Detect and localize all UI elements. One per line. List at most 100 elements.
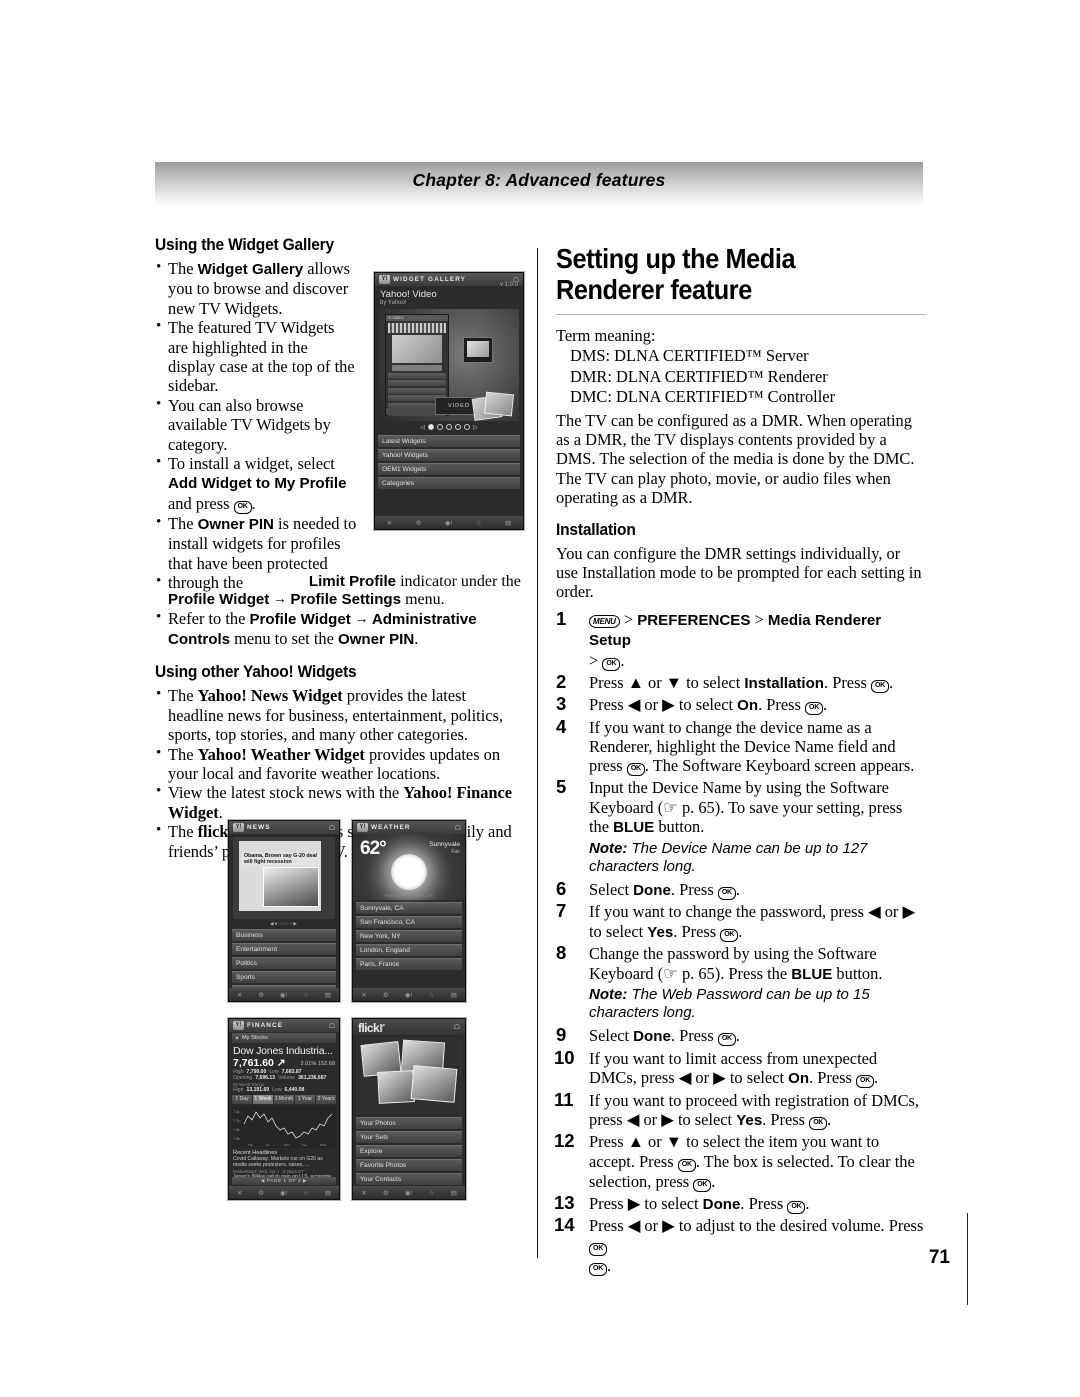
prev-arrow-icon[interactable]: ◁ xyxy=(420,424,425,431)
heading-installation: Installation xyxy=(556,520,636,539)
yahoo-icon[interactable]: ◉! xyxy=(280,1189,287,1197)
finance-tab[interactable]: My Stocks xyxy=(232,1033,336,1043)
finance-page-indicator[interactable]: ◀ PAGE 1 OF 3 ▶ xyxy=(232,1177,336,1185)
list-item[interactable]: Yahoo! Widgets xyxy=(378,448,520,462)
step-tail: . Press xyxy=(740,1193,788,1213)
step-end: . xyxy=(888,672,894,692)
tv-icon[interactable]: ▤ xyxy=(451,1189,457,1197)
pager-dot[interactable] xyxy=(455,424,461,430)
range-option[interactable]: 1 Month xyxy=(274,1095,294,1104)
note-label: Note: xyxy=(589,839,628,857)
step-end: . xyxy=(738,921,743,941)
bullet-text-tail: . xyxy=(414,628,419,648)
gear-icon[interactable]: ⚙ xyxy=(383,991,389,999)
step-7: 7 If you want to change the password, pr… xyxy=(556,901,926,942)
price-value: 7,761.60 xyxy=(233,1057,274,1069)
list-item[interactable]: Explore xyxy=(356,1144,462,1158)
tv-icon[interactable]: ▤ xyxy=(325,1189,331,1197)
gallery-item-title: Yahoo! Video xyxy=(380,289,437,300)
list-item[interactable]: Paris, France xyxy=(356,957,462,971)
star-icon[interactable]: ☆ xyxy=(303,991,309,999)
preferences-label: PREFERENCES xyxy=(637,611,751,629)
star-icon[interactable]: ☆ xyxy=(303,1189,309,1197)
step-14: 14 Press ◀ or ▶ to adjust to the desired… xyxy=(554,1214,924,1276)
index-name: Dow Jones Industria... xyxy=(233,1045,333,1057)
list-item[interactable]: Categories xyxy=(378,476,520,490)
range-option[interactable]: 1 Day xyxy=(232,1095,252,1104)
finance-footer-toolbar[interactable]: ✕ ⚙ ◉! ☆ ▤ xyxy=(229,1186,339,1199)
gear-icon[interactable]: ⚙ xyxy=(258,991,264,999)
step-text: Press ▲ or ▼ to select xyxy=(589,672,745,692)
yahoo-icon[interactable]: ◉! xyxy=(280,991,287,999)
recent-headlines-label: Recent Headlines xyxy=(233,1150,278,1156)
pager-dot[interactable] xyxy=(437,424,443,430)
list-item[interactable]: Your Contacts xyxy=(356,1172,462,1186)
gear-icon[interactable]: ⚙ xyxy=(416,519,422,527)
list-item[interactable]: London, England xyxy=(356,943,462,957)
home-icon: ☖ xyxy=(328,1022,335,1030)
close-icon[interactable]: ✕ xyxy=(361,1189,366,1197)
list-item[interactable]: New York, NY xyxy=(356,929,462,943)
gear-icon[interactable]: ⚙ xyxy=(383,1189,389,1197)
next-arrow-icon[interactable]: ▷ xyxy=(473,424,478,431)
step-end: . xyxy=(735,879,740,899)
close-icon[interactable]: ✕ xyxy=(237,991,242,999)
list-item[interactable]: Favorite Photos xyxy=(356,1158,462,1172)
step-tail: . Press xyxy=(670,879,718,899)
tv-icon[interactable]: ▤ xyxy=(325,991,331,999)
arrow-icon: → xyxy=(350,611,372,627)
list-item[interactable]: OEM1 Widgets xyxy=(378,462,520,476)
tv-icon[interactable]: ▤ xyxy=(451,991,457,999)
menu-button-icon: MENU xyxy=(589,614,620,628)
yahoo-logo-icon: Y! xyxy=(357,823,368,832)
note-web-password: Note: The Web Password can be up to 15 c… xyxy=(589,986,926,1022)
list-item[interactable]: Sunnyvale, CA xyxy=(356,901,462,915)
preview-thumbnail xyxy=(463,337,493,363)
step-3: 3 Press ◀ or ▶ to select On. Press OK. xyxy=(556,694,926,716)
list-item[interactable]: Sports xyxy=(232,970,336,984)
gallery-pager[interactable]: ◁ ▷ xyxy=(375,421,523,433)
step-bold: Installation xyxy=(744,674,825,692)
gear-icon[interactable]: ⚙ xyxy=(258,1189,264,1197)
list-item[interactable]: Politics xyxy=(232,956,336,970)
pager-dot[interactable] xyxy=(464,424,470,430)
yahoo-icon[interactable]: ◉! xyxy=(405,991,412,999)
gallery-footer-toolbar[interactable]: ✕ ⚙ ◉! ☆ ▤ xyxy=(375,516,523,529)
flickr-footer-toolbar[interactable]: ✕ ⚙ ◉! ☆ ▤ xyxy=(353,1186,465,1199)
close-icon[interactable]: ✕ xyxy=(387,519,392,527)
step-bold: Done xyxy=(702,1195,741,1213)
tv-icon[interactable]: ▤ xyxy=(505,519,511,527)
star-icon[interactable]: ☆ xyxy=(429,991,435,999)
news-footer-toolbar[interactable]: ✕ ⚙ ◉! ☆ ▤ xyxy=(229,988,339,1001)
yahoo-icon[interactable]: ◉! xyxy=(445,519,452,527)
news-pager[interactable]: ◀●○○○○▶ xyxy=(229,921,339,927)
star-icon[interactable]: ☆ xyxy=(429,1189,435,1197)
range-selector[interactable]: 1 Day 1 Week 1 Month 1 Year 2 Years xyxy=(232,1095,336,1104)
range-option[interactable]: 1 Year xyxy=(295,1095,315,1104)
list-item[interactable]: Your Photos xyxy=(356,1116,462,1130)
close-icon[interactable]: ✕ xyxy=(361,991,366,999)
ok-button-icon: OK xyxy=(720,928,739,942)
yahoo-icon[interactable]: ◉! xyxy=(405,1189,412,1197)
list-item[interactable]: Business xyxy=(232,928,336,942)
list-item[interactable]: Latest Widgets xyxy=(378,434,520,448)
range-option[interactable]: 2 Years xyxy=(316,1095,336,1104)
close-icon[interactable]: ✕ xyxy=(237,1189,242,1197)
pager-dot[interactable] xyxy=(446,424,452,430)
list-item[interactable]: Your Sets xyxy=(356,1130,462,1144)
list-item[interactable]: San Francisco, CA xyxy=(356,915,462,929)
pager-dot[interactable] xyxy=(428,424,434,430)
volume-label: Volume xyxy=(278,1075,296,1081)
step-bold: On xyxy=(737,697,759,715)
range-option-selected[interactable]: 1 Week xyxy=(253,1095,273,1104)
preview-card xyxy=(483,391,515,417)
bullet-text: The xyxy=(168,686,198,706)
list-item: You can also browse available TV Widgets… xyxy=(155,395,355,454)
step-4: 4 If you want to change the device name … xyxy=(556,716,926,777)
star-icon[interactable]: ☆ xyxy=(476,519,482,527)
ok-button-icon: OK xyxy=(805,702,823,716)
finance-story[interactable]: Covid Callaway: Markets rue on G20 as me… xyxy=(229,1156,339,1169)
weather-footer-toolbar[interactable]: ✕ ⚙ ◉! ☆ ▤ xyxy=(353,988,465,1001)
bullet-text-tail: . xyxy=(218,802,223,822)
list-item[interactable]: Entertainment xyxy=(232,942,336,956)
